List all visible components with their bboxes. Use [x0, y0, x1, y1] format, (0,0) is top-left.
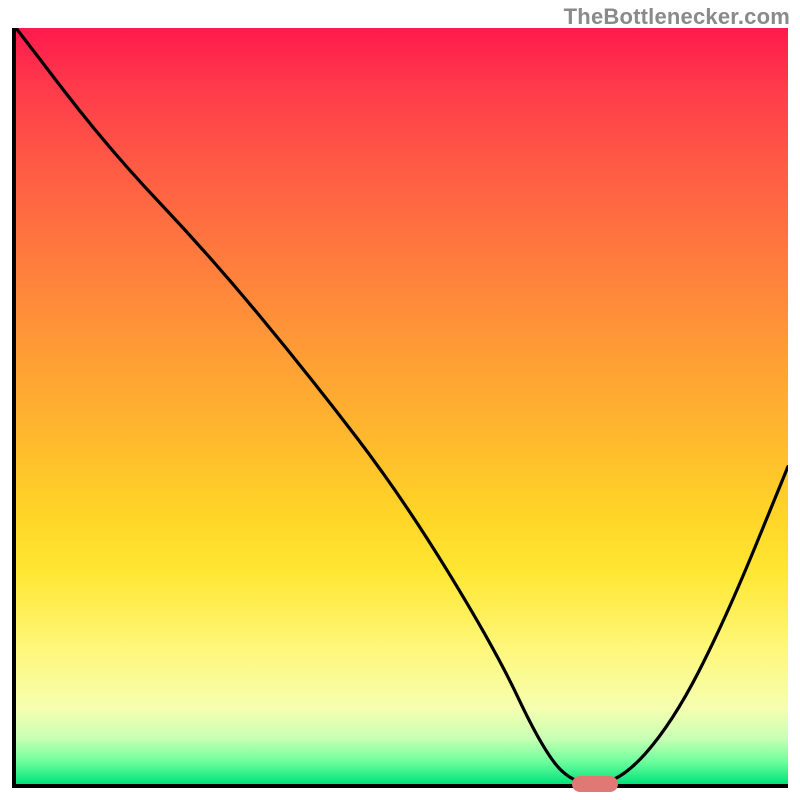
chart-axes	[12, 28, 788, 788]
chart-background-gradient	[16, 28, 788, 784]
attribution-label: TheBottlenecker.com	[564, 4, 790, 30]
chart-container: TheBottlenecker.com	[0, 0, 800, 800]
